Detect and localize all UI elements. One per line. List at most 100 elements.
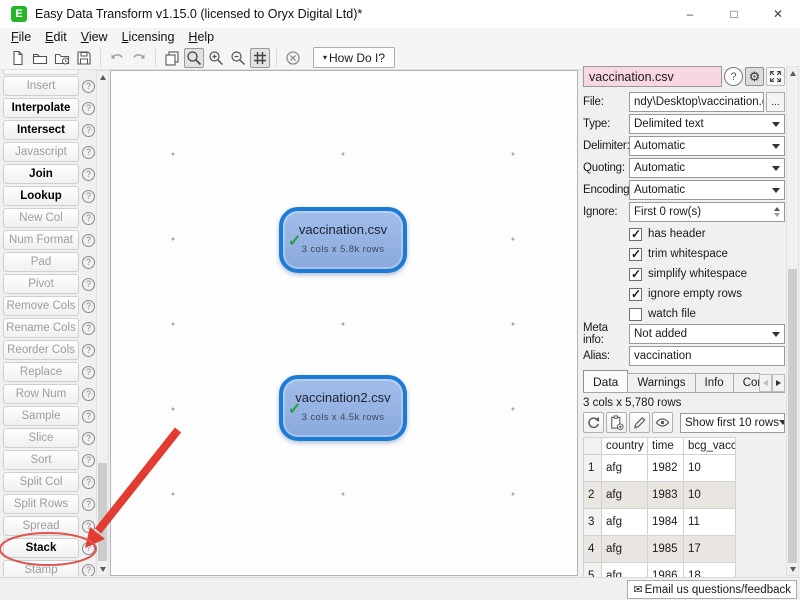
help-icon[interactable] — [82, 124, 95, 137]
help-icon[interactable]: ? — [724, 67, 743, 86]
help-icon[interactable] — [82, 344, 95, 357]
scrollbar-thumb[interactable] — [788, 269, 797, 563]
zoom-in-button[interactable] — [206, 48, 226, 68]
checkbox-simplify-whitespace[interactable]: simplify whitespace — [629, 264, 785, 284]
tab-data[interactable]: Data — [583, 370, 628, 392]
sidebar-item-split-rows[interactable]: Split Rows — [3, 494, 79, 514]
sidebar-item-lookup[interactable]: Lookup — [3, 186, 79, 206]
save-button[interactable] — [74, 48, 94, 68]
checkbox-icon[interactable] — [629, 288, 642, 301]
help-icon[interactable] — [82, 278, 95, 291]
help-icon[interactable] — [82, 410, 95, 423]
sidebar-item-num-format[interactable]: Num Format — [3, 230, 79, 250]
new-file-button[interactable] — [8, 48, 28, 68]
sidebar-item-pivot[interactable]: Pivot — [3, 274, 79, 294]
sidebar-item-stamp[interactable]: Stamp — [3, 560, 79, 576]
help-icon[interactable] — [82, 168, 95, 181]
sidebar-item-slice[interactable]: Slice — [3, 428, 79, 448]
toggle-grid-button[interactable] — [250, 48, 270, 68]
node-vaccination2-csv[interactable]: ✓ vaccination2.csv 3 cols x 4.5k rows — [279, 375, 407, 441]
checkbox-icon[interactable] — [629, 308, 642, 321]
help-icon[interactable] — [82, 388, 95, 401]
sidebar-item-stack[interactable]: Stack — [3, 538, 79, 558]
quoting-dropdown[interactable]: Automatic — [629, 158, 785, 178]
tab-scroll-right-icon[interactable] — [772, 374, 785, 392]
table-row[interactable]: 2afg198310 — [584, 482, 736, 509]
view-button[interactable] — [652, 412, 673, 433]
zoom-button[interactable] — [184, 48, 204, 68]
undo-button[interactable] — [107, 48, 127, 68]
sidebar-item-sample[interactable]: Sample — [3, 406, 79, 426]
table-row[interactable]: 1afg198210 — [584, 455, 736, 482]
sidebar-item-sort[interactable]: Sort — [3, 450, 79, 470]
email-feedback-button[interactable]: ✉ Email us questions/feedback — [627, 580, 797, 599]
tab-comments[interactable]: Com — [733, 373, 760, 392]
sidebar-item-new-col[interactable]: New Col — [3, 208, 79, 228]
sidebar-item-row-num[interactable]: Row Num — [3, 384, 79, 404]
scroll-down-icon[interactable] — [787, 563, 798, 575]
help-icon[interactable] — [82, 366, 95, 379]
node-vaccination-csv[interactable]: ✓ vaccination.csv 3 cols x 5.8k rows — [279, 207, 407, 273]
checkbox-ignore-empty-rows[interactable]: ignore empty rows — [629, 284, 785, 304]
help-icon[interactable] — [82, 322, 95, 335]
browse-button[interactable]: ... — [766, 92, 785, 112]
table-row[interactable]: 3afg198411 — [584, 509, 736, 536]
tab-warnings[interactable]: Warnings — [627, 373, 695, 392]
sidebar-item-replace[interactable]: Replace — [3, 362, 79, 382]
sidebar-item-pad[interactable]: Pad — [3, 252, 79, 272]
inspector-scrollbar[interactable] — [786, 66, 799, 576]
help-icon[interactable] — [82, 256, 95, 269]
scrollbar-thumb[interactable] — [98, 463, 107, 561]
tab-scroll-left-icon[interactable] — [759, 374, 772, 392]
help-icon[interactable] — [82, 234, 95, 247]
checkbox-has-header[interactable]: has header — [629, 224, 785, 244]
refresh-button[interactable] — [583, 412, 604, 433]
close-button[interactable]: ✕ — [756, 0, 800, 28]
menu-edit[interactable]: Edit — [38, 30, 74, 44]
maximize-button[interactable]: □ — [712, 0, 756, 28]
canvas[interactable]: ✓ vaccination.csv 3 cols x 5.8k rows ✓ v… — [110, 70, 578, 576]
minimize-button[interactable]: – — [668, 0, 712, 28]
help-icon[interactable] — [82, 564, 95, 577]
sidebar-item-reorder-cols[interactable]: Reorder Cols — [3, 340, 79, 360]
open-recent-button[interactable] — [52, 48, 72, 68]
menu-file[interactable]: File — [4, 30, 38, 44]
help-icon[interactable] — [82, 520, 95, 533]
help-icon[interactable] — [82, 300, 95, 313]
scroll-down-icon[interactable] — [97, 563, 108, 575]
tab-info[interactable]: Info — [695, 373, 734, 392]
help-icon[interactable] — [82, 80, 95, 93]
sidebar-item-intersect[interactable]: Intersect — [3, 120, 79, 140]
ignore-rows-spinner[interactable]: First 0 row(s) — [629, 202, 785, 222]
gear-icon[interactable]: ⚙ — [745, 67, 764, 86]
delimiter-dropdown[interactable]: Automatic — [629, 136, 785, 156]
sidebar-item-split-col[interactable]: Split Col — [3, 472, 79, 492]
sidebar-item-spread[interactable]: Spread — [3, 516, 79, 536]
sidebar-item-insert[interactable]: Insert — [3, 76, 79, 96]
alias-input[interactable]: vaccination — [629, 346, 785, 366]
spin-down-icon[interactable] — [774, 213, 780, 217]
node-name-input[interactable]: vaccination.csv — [583, 66, 722, 87]
checkbox-trim-whitespace[interactable]: trim whitespace — [629, 244, 785, 264]
checkbox-icon[interactable] — [629, 228, 642, 241]
menu-licensing[interactable]: Licensing — [115, 30, 182, 44]
open-file-button[interactable] — [30, 48, 50, 68]
file-path-input[interactable]: ndy\Desktop\vaccination.csv — [629, 92, 764, 112]
duplicate-button[interactable] — [162, 48, 182, 68]
sidebar-item-rename-cols[interactable]: Rename Cols — [3, 318, 79, 338]
scroll-up-icon[interactable] — [97, 71, 108, 83]
copy-table-button[interactable] — [606, 412, 627, 433]
help-icon[interactable] — [82, 146, 95, 159]
help-icon[interactable] — [82, 102, 95, 115]
show-rows-dropdown[interactable]: Show first 10 rows — [680, 413, 785, 433]
sidebar-item-javascript[interactable]: Javascript — [3, 142, 79, 162]
zoom-out-button[interactable] — [228, 48, 248, 68]
checkbox-icon[interactable] — [629, 248, 642, 261]
cancel-button[interactable] — [283, 48, 303, 68]
spin-up-icon[interactable] — [774, 207, 780, 211]
help-icon[interactable] — [82, 432, 95, 445]
sidebar-item-join[interactable]: Join — [3, 164, 79, 184]
help-icon[interactable] — [82, 498, 95, 511]
meta-info-dropdown[interactable]: Not added — [629, 324, 785, 344]
menu-view[interactable]: View — [74, 30, 115, 44]
